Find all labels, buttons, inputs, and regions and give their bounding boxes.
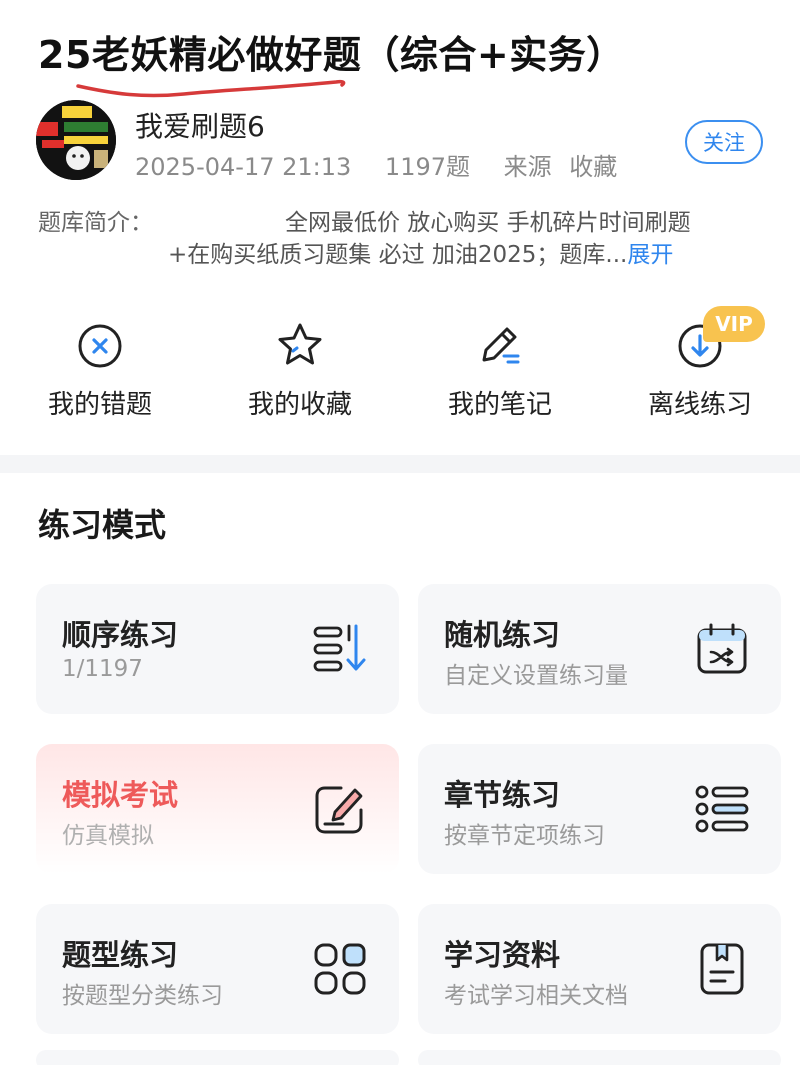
card-subtitle: 1/1197 [62,656,143,682]
question-type-practice-card[interactable]: 题型练习 按题型分类练习 [36,904,399,1034]
card-subtitle: 按题型分类练习 [62,983,223,1009]
card-subtitle: 按章节定项练习 [444,823,605,849]
document-icon [700,943,744,995]
notes-button[interactable]: 我的笔记 [420,318,580,421]
card-title: 模拟考试 [62,778,179,812]
card-title: 学习资料 [444,938,561,972]
intro-text-line-2-content: +在购买纸质习题集 必过 加油2025；题库... [168,242,628,268]
card-title: 随机练习 [444,618,561,652]
card-title: 顺序练习 [62,618,179,652]
follow-button[interactable]: 关注 [685,120,763,164]
sequence-list-icon [313,624,366,672]
card-title: 章节练习 [444,778,561,812]
wrong-questions-button[interactable]: 我的错题 [20,318,180,421]
random-practice-card[interactable]: 随机练习 自定义设置练习量 [418,584,781,714]
question-bank-page: 25老妖精必做好题（综合+实务） 我爱刷题6 2025-04-17 21:13 … [0,0,800,1065]
card-subtitle: 考试学习相关文档 [444,983,628,1009]
card-title: 题型练习 [62,938,179,972]
quick-action-label: 我的笔记 [447,390,552,420]
favorites-button[interactable]: 我的收藏 [220,318,380,421]
intro-text-line-1: 全网最低价 放心购买 手机碎片时间刷题 [285,210,691,236]
section-divider [0,455,800,473]
sequential-practice-card[interactable]: 顺序练习 1/1197 [36,584,399,714]
chapter-practice-card[interactable]: 章节练习 按章节定项练习 [418,744,781,874]
quick-action-label: 离线练习 [647,390,752,420]
card-subtitle: 仿真模拟 [62,823,154,849]
practice-section-title: 练习模式 [38,506,167,544]
source-link[interactable]: 来源 [504,153,552,181]
card-subtitle: 自定义设置练习量 [444,663,628,689]
quick-action-label: 我的收藏 [247,390,352,420]
author-avatar[interactable] [36,100,116,180]
avatar-image [36,100,116,180]
chapter-list-icon [695,785,749,833]
exam-edit-icon [315,786,363,834]
star-icon [278,323,322,365]
meta-row: 2025-04-17 21:13 1197题 来源 收藏 [135,147,643,182]
intro-text-line-2: +在购买纸质习题集 必过 加油2025；题库...展开 [168,235,673,269]
vip-badge: VIP [703,306,765,342]
expand-link[interactable]: 展开 [627,242,673,268]
shuffle-calendar-icon [697,623,747,674]
mock-exam-card[interactable]: 模拟考试 仿真模拟 [36,744,399,874]
pen-note-icon [482,327,520,364]
grid-icon [314,943,366,995]
publish-date: 2025-04-17 21:13 [135,153,352,181]
intro-label: 题库简介： [38,210,153,236]
next-row-card-left[interactable] [36,1050,399,1065]
collect-link[interactable]: 收藏 [569,153,617,181]
page-title: 25老妖精必做好题（综合+实务） [38,33,625,77]
study-materials-card[interactable]: 学习资料 考试学习相关文档 [418,904,781,1034]
quick-action-label: 我的错题 [47,390,152,420]
wrong-questions-icon [78,324,122,368]
question-count: 1197题 [384,153,470,181]
handwritten-underline-mark [76,79,346,98]
next-row-card-right[interactable] [418,1050,781,1065]
author-name[interactable]: 我爱刷题6 [135,105,265,145]
